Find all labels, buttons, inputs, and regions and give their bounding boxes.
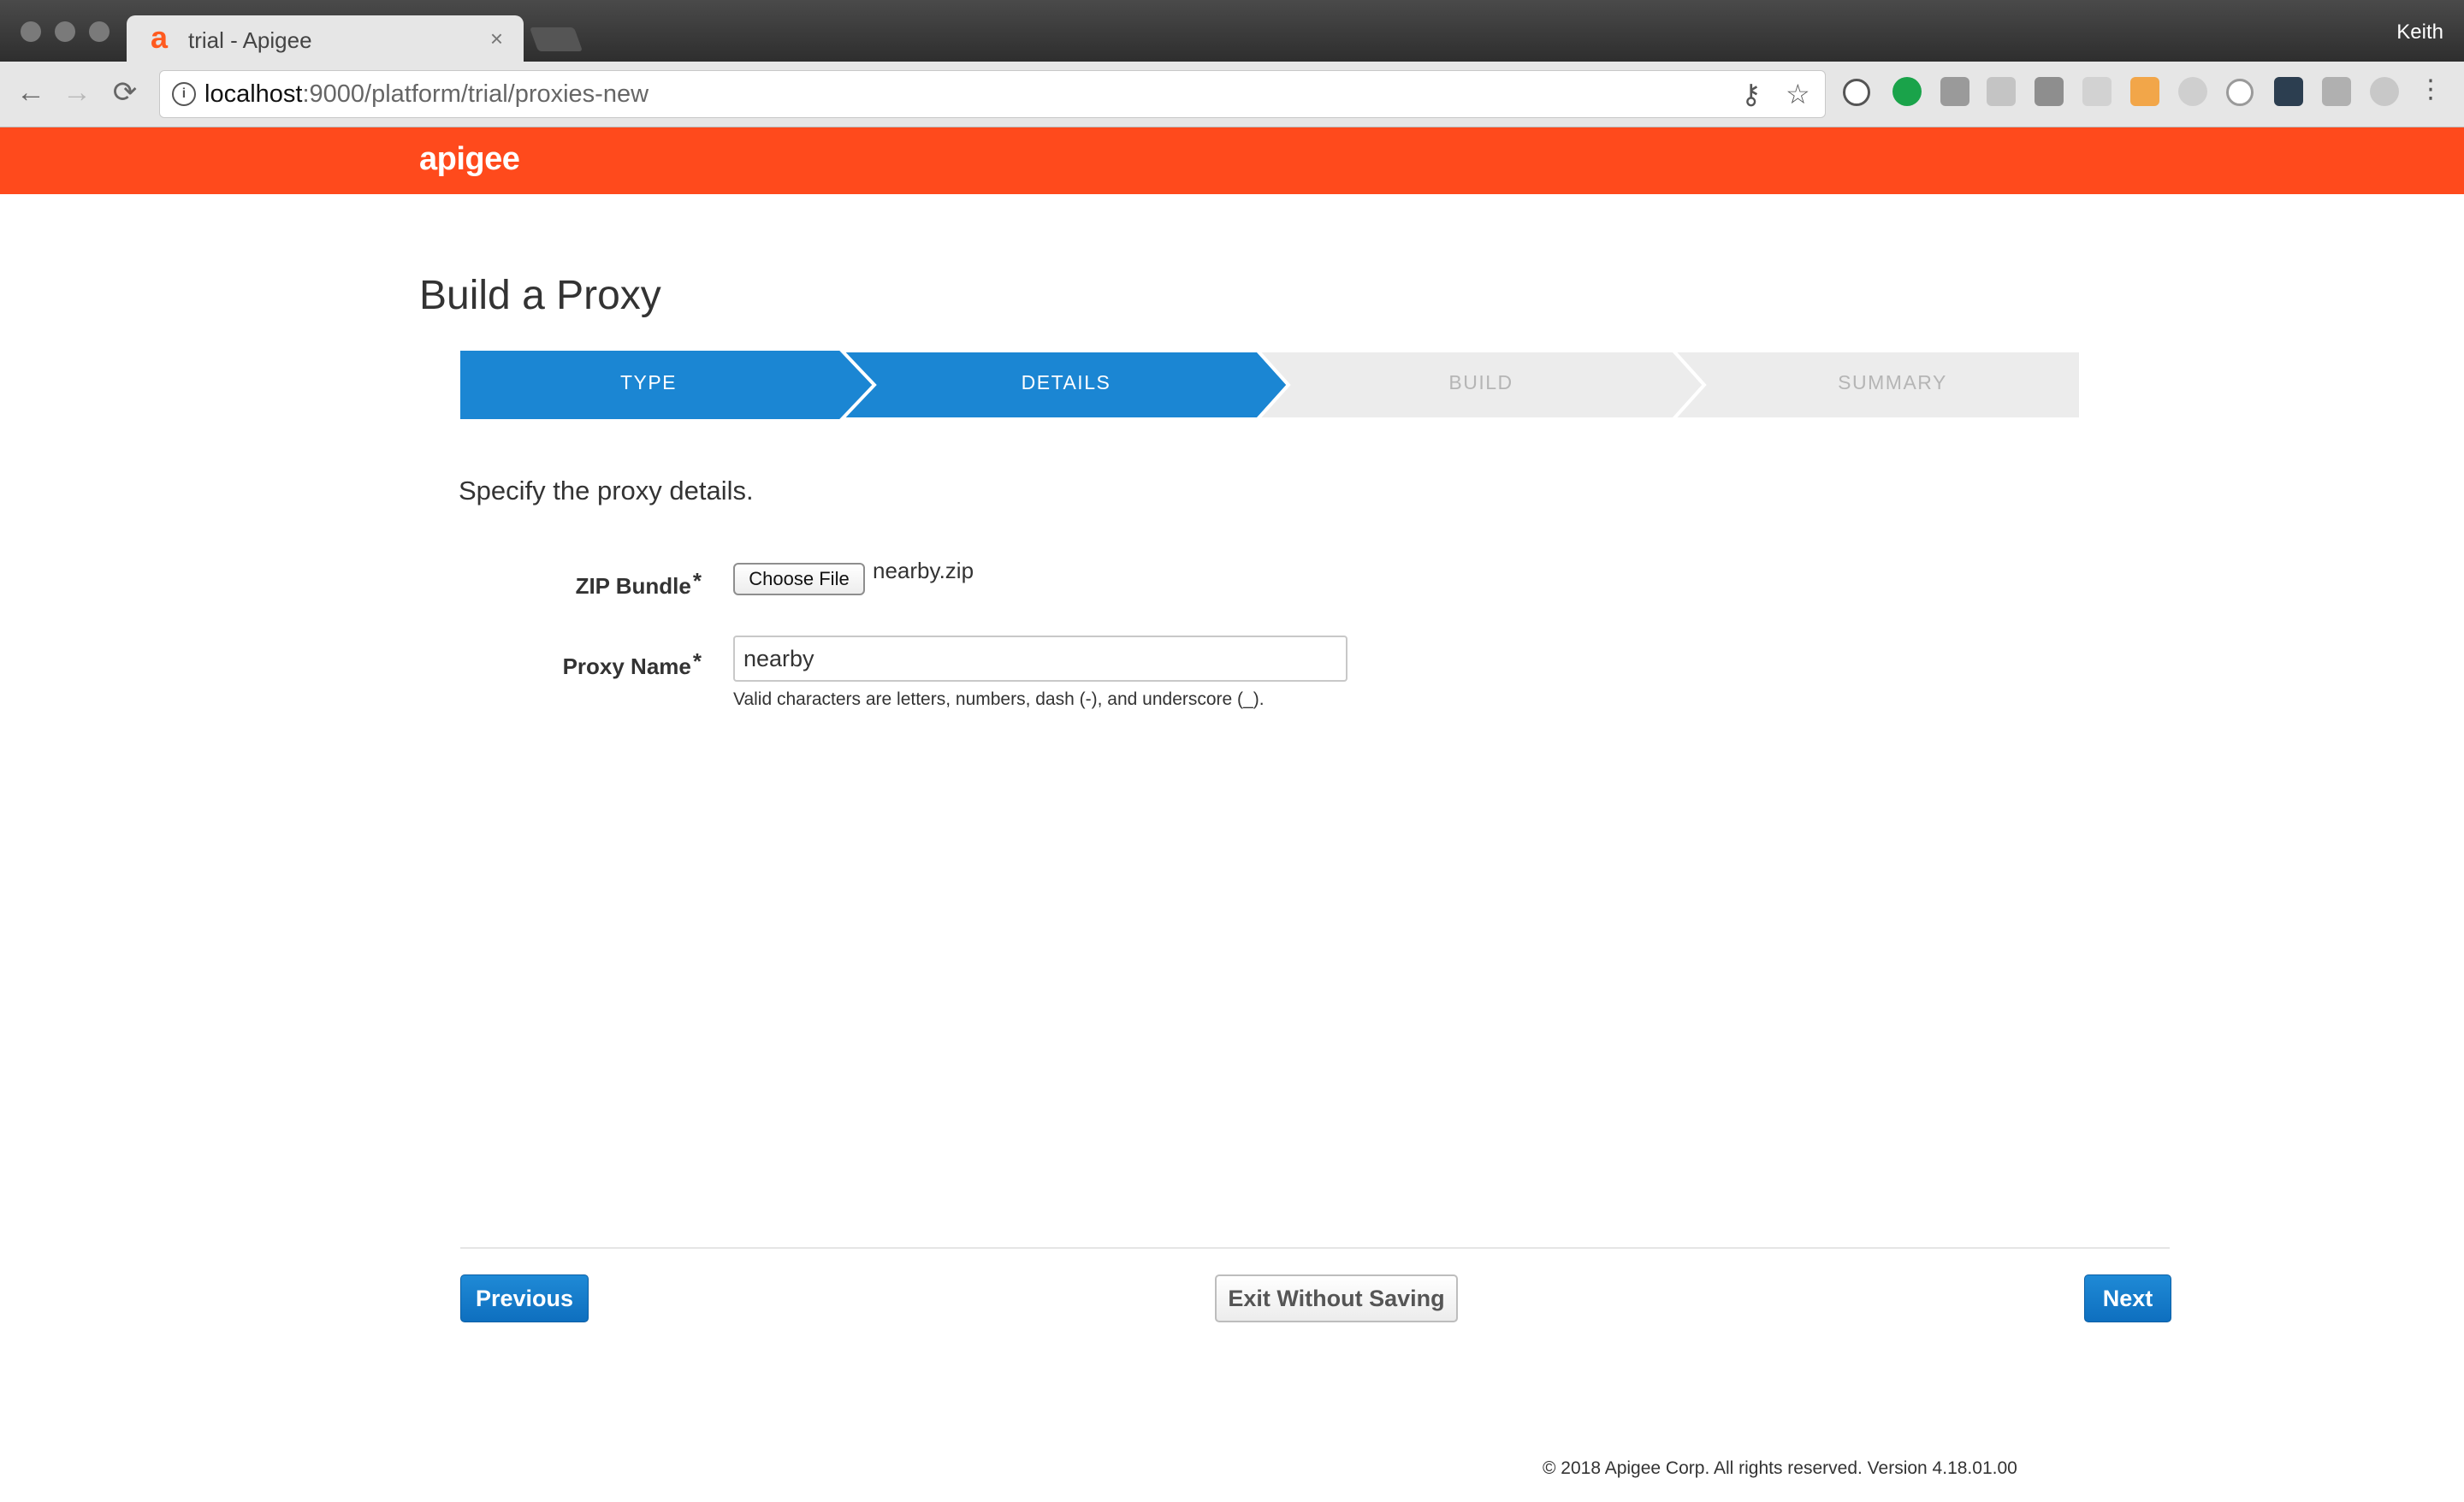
site-info-icon[interactable]: i bbox=[172, 82, 196, 106]
browser-titlebar: a trial - Apigee × Keith bbox=[0, 0, 2464, 63]
proxy-name-label: Proxy Name* bbox=[562, 648, 702, 679]
apigee-logo[interactable]: apigee bbox=[419, 141, 520, 178]
apigee-favicon-icon: a bbox=[151, 20, 169, 55]
back-arrow-icon[interactable]: ← bbox=[14, 75, 48, 109]
square-extension-icon[interactable] bbox=[2035, 77, 2064, 106]
footer-copyright: © 2018 Apigee Corp. All rights reserved.… bbox=[1543, 1458, 2017, 1478]
wizard-progress: TYPE DETAILS BUILD SUMMARY bbox=[460, 351, 2081, 419]
bookmark-star-icon[interactable]: ☆ bbox=[1786, 78, 1810, 110]
new-tab-button[interactable] bbox=[529, 27, 583, 51]
puzzle-extension-icon[interactable] bbox=[2082, 77, 2112, 106]
settings-extension-icon[interactable] bbox=[2370, 77, 2399, 106]
url-text[interactable]: localhost:9000/platform/trial/proxies-ne… bbox=[204, 80, 649, 109]
choose-file-button[interactable]: Choose File bbox=[733, 563, 865, 595]
window-close-button[interactable] bbox=[21, 21, 41, 42]
browser-menu-icon[interactable]: ⋮ bbox=[2418, 77, 2443, 106]
g-extension-icon[interactable] bbox=[2178, 77, 2207, 106]
key-icon[interactable]: ⚷ bbox=[1741, 78, 1761, 110]
shield-check-extension-icon[interactable] bbox=[1892, 77, 1922, 106]
browser-tab[interactable]: a trial - Apigee × bbox=[127, 15, 524, 63]
tab-title: trial - Apigee bbox=[188, 27, 312, 53]
onepassword-extension-icon[interactable] bbox=[1843, 79, 1870, 106]
next-button[interactable]: Next bbox=[2084, 1274, 2171, 1322]
face-extension-icon[interactable] bbox=[2130, 77, 2159, 106]
circle-extension-icon[interactable] bbox=[2226, 79, 2254, 106]
proxy-name-input[interactable] bbox=[733, 636, 1348, 682]
page-title: Build a Proxy bbox=[419, 273, 661, 318]
proxy-name-help: Valid characters are letters, numbers, d… bbox=[733, 689, 1265, 709]
address-bar[interactable]: i localhost:9000/platform/trial/proxies-… bbox=[159, 70, 1826, 118]
actions-divider bbox=[460, 1247, 2170, 1249]
previous-button[interactable]: Previous bbox=[460, 1274, 589, 1322]
browser-toolbar: ← → ⟳ i localhost:9000/platform/trial/pr… bbox=[0, 62, 2464, 127]
card-extension-icon[interactable] bbox=[1987, 77, 2016, 106]
wizard-step-summary: SUMMARY bbox=[1838, 371, 1947, 393]
wizard-step-build: BUILD bbox=[1448, 371, 1513, 393]
instructions-text: Specify the proxy details. bbox=[459, 476, 754, 506]
wizard-step-type: TYPE bbox=[619, 371, 678, 393]
window-minimize-button[interactable] bbox=[55, 21, 75, 42]
selected-file-name: nearby.zip bbox=[873, 558, 974, 583]
required-mark: * bbox=[692, 568, 702, 594]
reload-icon[interactable]: ⟳ bbox=[108, 75, 142, 109]
zip-bundle-label: ZIP Bundle* bbox=[575, 568, 702, 599]
forward-arrow-icon[interactable]: → bbox=[60, 75, 94, 109]
tab-close-icon[interactable]: × bbox=[490, 26, 503, 52]
window-maximize-button[interactable] bbox=[89, 21, 110, 42]
ghost-extension-icon[interactable] bbox=[1940, 77, 1969, 106]
wizard-step-details: DETAILS bbox=[1021, 371, 1111, 393]
required-mark: * bbox=[692, 648, 702, 674]
profile-name[interactable]: Keith bbox=[2396, 21, 2443, 44]
code-extension-icon[interactable] bbox=[2274, 77, 2303, 106]
b-extension-icon[interactable] bbox=[2322, 77, 2351, 106]
apigee-header: apigee bbox=[0, 127, 2464, 194]
exit-without-saving-button[interactable]: Exit Without Saving bbox=[1215, 1274, 1458, 1322]
